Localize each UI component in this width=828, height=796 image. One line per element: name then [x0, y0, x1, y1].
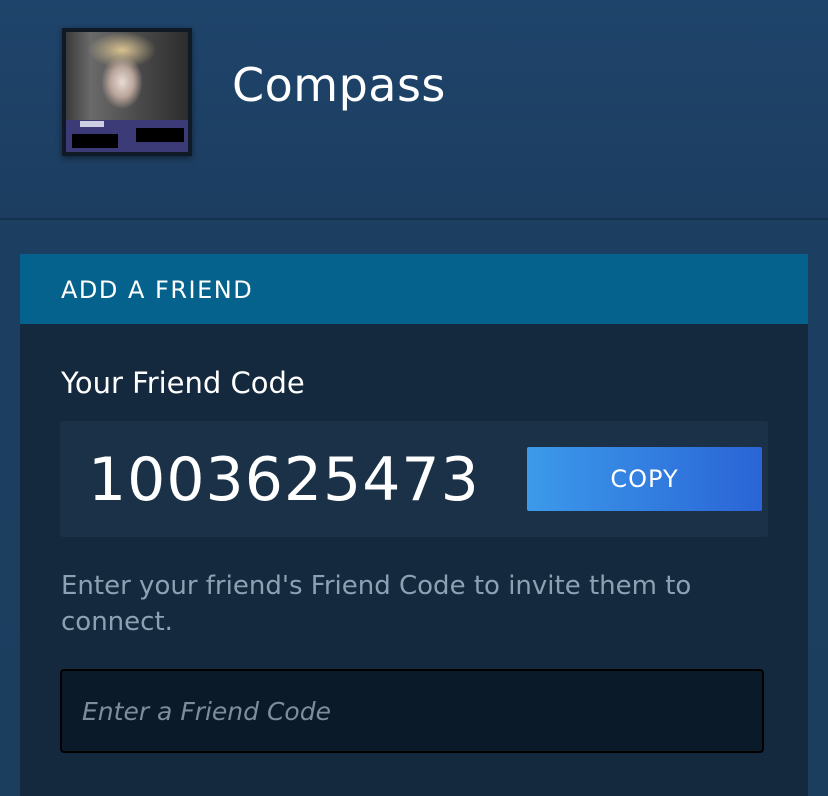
avatar[interactable] [62, 28, 192, 156]
panel-title: ADD A FRIEND [61, 276, 254, 304]
friend-code-value: 1003625473 [88, 445, 480, 515]
friend-code-box: 1003625473 COPY [60, 421, 768, 537]
avatar-photo-overlay [66, 120, 188, 152]
add-friend-panel: ADD A FRIEND Your Friend Code 1003625473… [20, 254, 808, 796]
avatar-photo-detail [136, 128, 184, 142]
panel-header: ADD A FRIEND [20, 254, 808, 324]
profile-name: Compass [232, 58, 446, 112]
friend-code-label: Your Friend Code [61, 366, 305, 400]
copy-button[interactable]: COPY [527, 447, 762, 511]
profile-header: Compass [0, 0, 828, 220]
friend-code-input[interactable] [60, 669, 764, 753]
avatar-photo-detail [80, 121, 104, 127]
avatar-photo [66, 32, 188, 120]
avatar-photo-detail [72, 134, 118, 148]
invite-instructions: Enter your friend's Friend Code to invit… [61, 571, 692, 637]
